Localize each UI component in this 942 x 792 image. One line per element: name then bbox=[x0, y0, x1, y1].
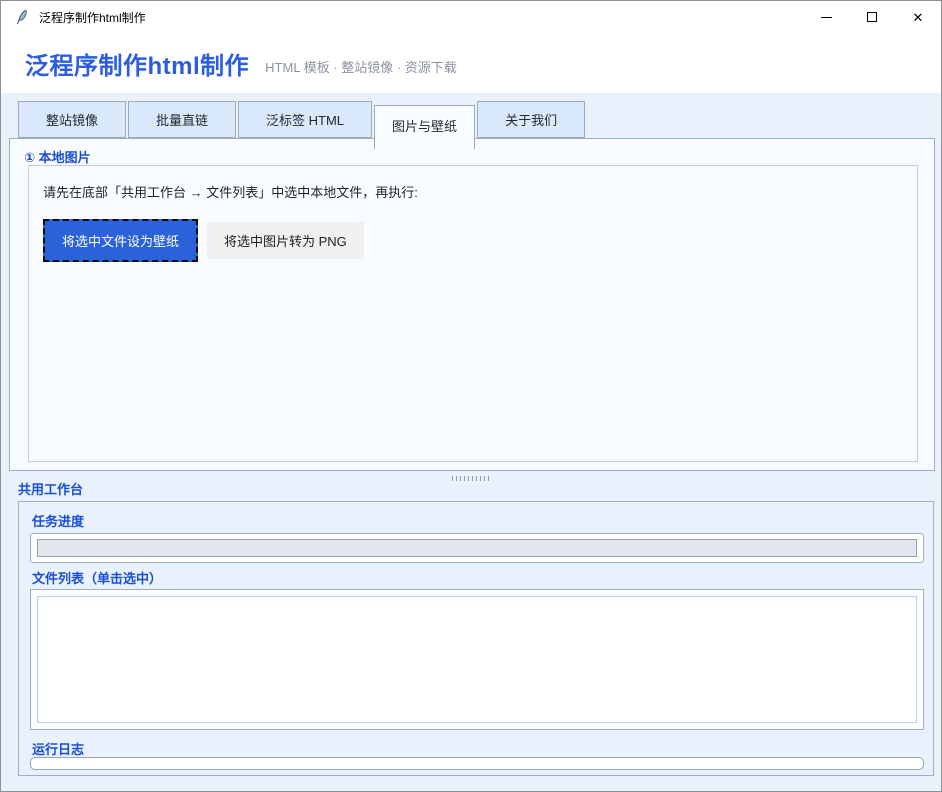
convert-png-button[interactable]: 将选中图片转为 PNG bbox=[207, 222, 364, 259]
file-list-container bbox=[30, 589, 924, 730]
log-output[interactable] bbox=[30, 757, 924, 770]
workspace-frame: 任务进度 文件列表（单击选中） 运行日志 bbox=[18, 501, 934, 776]
section-label-local-images: ① 本地图片 bbox=[24, 147, 91, 166]
maximize-icon bbox=[867, 12, 877, 22]
tab-site-mirror[interactable]: 整站镜像 bbox=[18, 101, 126, 138]
tab-images-wallpaper[interactable]: 图片与壁纸 bbox=[374, 105, 475, 149]
titlebar[interactable]: 泛程序制作html制作 ✕ bbox=[1, 1, 941, 33]
close-icon: ✕ bbox=[913, 11, 924, 24]
close-button[interactable]: ✕ bbox=[895, 1, 941, 33]
app-brand-title: 泛程序制作html制作 bbox=[25, 46, 249, 81]
window-title: 泛程序制作html制作 bbox=[39, 9, 146, 26]
splitter-handle[interactable] bbox=[452, 476, 492, 481]
instruction-text: 请先在底部「共用工作台 → 文件列表」中选中本地文件，再执行: bbox=[43, 182, 903, 201]
feather-app-icon bbox=[14, 9, 30, 25]
minimize-button[interactable] bbox=[803, 1, 849, 33]
file-list-label: 文件列表（单击选中） bbox=[32, 568, 162, 587]
set-wallpaper-button[interactable]: 将选中文件设为壁纸 bbox=[43, 219, 198, 262]
tab-bar: 整站镜像 批量直链 泛标签 HTML 图片与壁纸 关于我们 bbox=[18, 101, 585, 149]
file-listbox[interactable] bbox=[37, 596, 917, 723]
app-window: 泛程序制作html制作 ✕ 泛程序制作html制作 HTML 模板 · 整站镜像… bbox=[0, 0, 942, 792]
action-button-row: 将选中文件设为壁纸 将选中图片转为 PNG bbox=[43, 219, 903, 262]
tab-pan-tag-html[interactable]: 泛标签 HTML bbox=[238, 101, 372, 138]
app-tagline: HTML 模板 · 整站镜像 · 资源下载 bbox=[265, 51, 457, 76]
workspace-title: 共用工作台 bbox=[18, 479, 83, 498]
maximize-button[interactable] bbox=[849, 1, 895, 33]
tab-batch-links[interactable]: 批量直链 bbox=[128, 101, 236, 138]
tab-about-us[interactable]: 关于我们 bbox=[477, 101, 585, 138]
app-header: 泛程序制作html制作 HTML 模板 · 整站镜像 · 资源下载 bbox=[1, 33, 941, 93]
log-label: 运行日志 bbox=[32, 739, 84, 758]
progress-bar bbox=[37, 539, 917, 557]
tab-pane-images-wallpaper: ① 本地图片 请先在底部「共用工作台 → 文件列表」中选中本地文件，再执行: 将… bbox=[9, 138, 935, 471]
progress-label: 任务进度 bbox=[32, 511, 84, 530]
minimize-icon bbox=[821, 17, 832, 18]
main-page: 整站镜像 批量直链 泛标签 HTML 图片与壁纸 关于我们 ① 本地图片 请先在… bbox=[1, 93, 941, 791]
local-images-frame: 请先在底部「共用工作台 → 文件列表」中选中本地文件，再执行: 将选中文件设为壁… bbox=[28, 165, 918, 462]
progress-container bbox=[30, 533, 924, 563]
